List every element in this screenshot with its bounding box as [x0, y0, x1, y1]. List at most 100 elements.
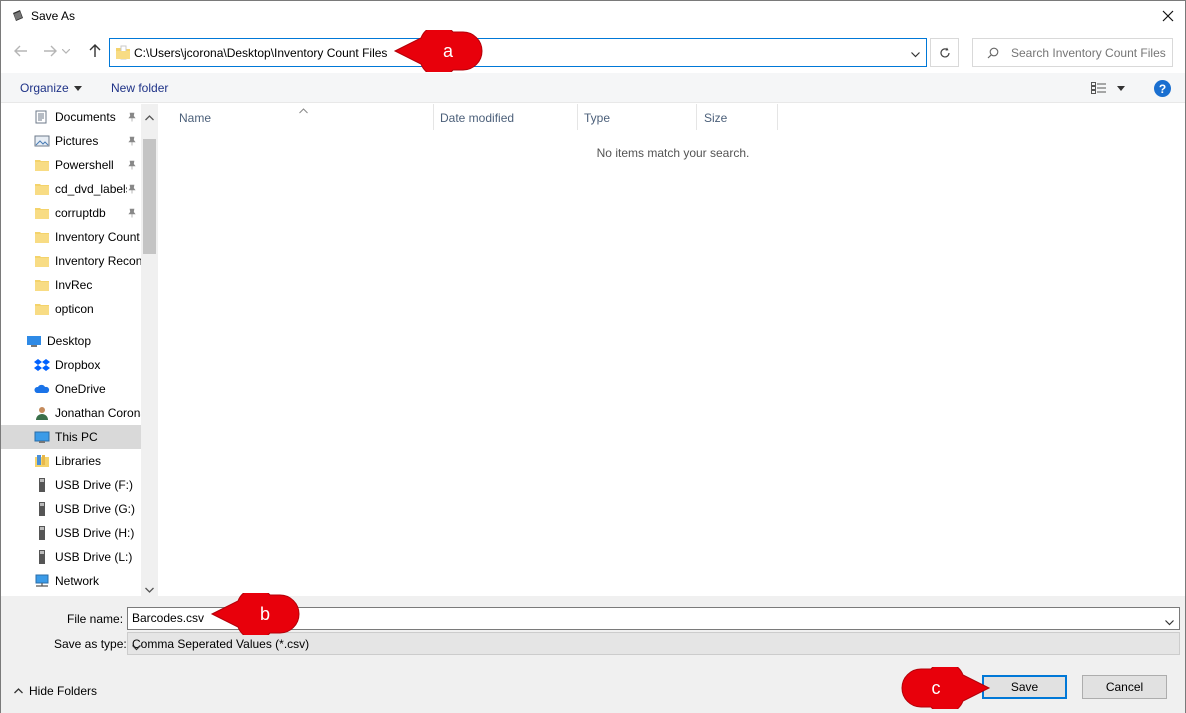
sidebar-item-label: opticon [55, 302, 94, 316]
onedrive-icon [34, 382, 50, 396]
column-header-name[interactable]: Name [159, 104, 434, 130]
address-bar[interactable]: C:\Users\jcorona\Desktop\Inventory Count… [109, 38, 927, 67]
chevron-down-icon[interactable] [911, 47, 920, 61]
usb-drive-icon [34, 478, 50, 492]
help-button[interactable]: ? [1154, 80, 1171, 97]
app-icon [11, 9, 25, 26]
view-options-icon[interactable] [1091, 82, 1107, 97]
organize-label: Organize [20, 81, 69, 95]
save-form: File name: Save as type: Comma Seperated… [1, 596, 1185, 713]
sidebar-item-corruptdb[interactable]: corruptdb [1, 201, 141, 225]
back-button[interactable] [11, 41, 31, 61]
sidebar-item-network[interactable]: Network [1, 569, 141, 593]
sidebar-item-pictures[interactable]: Pictures [1, 129, 141, 153]
sidebar-item-usb-drive-h[interactable]: USB Drive (H:) [1, 521, 141, 545]
sidebar-item-label: USB Drive (L:) [55, 550, 133, 564]
chevron-down-icon[interactable] [1165, 615, 1174, 629]
libraries-icon [34, 454, 50, 468]
hide-folders-button[interactable]: Hide Folders [14, 683, 97, 698]
sidebar-item-inventory-count[interactable]: Inventory Count [1, 225, 141, 249]
sidebar-item-label: Libraries [55, 454, 102, 468]
refresh-button[interactable] [930, 38, 959, 67]
address-row: C:\Users\jcorona\Desktop\Inventory Count… [1, 35, 1185, 69]
callout-a-label: a [443, 41, 454, 61]
sidebar-item-this-pc[interactable]: This PC [1, 425, 141, 449]
search-input[interactable] [1011, 44, 1169, 62]
back-arrow-icon [14, 45, 27, 57]
sidebar-item-dropbox[interactable]: Dropbox [1, 353, 141, 377]
sidebar-item-inventory-recon[interactable]: Inventory Recon [1, 249, 141, 273]
file-list[interactable]: Name Date modified Type Size No items ma… [159, 104, 1185, 596]
pin-icon [127, 183, 137, 197]
sidebar-item-onedrive[interactable]: OneDrive [1, 377, 141, 401]
sidebar-item-powershell[interactable]: Powershell [1, 153, 141, 177]
chevron-down-icon [132, 640, 1174, 654]
view-dropdown-icon[interactable] [1117, 86, 1125, 91]
usb-drive-icon [34, 550, 50, 564]
column-header-date-modified[interactable]: Date modified [434, 104, 578, 130]
save-button[interactable]: Save [982, 675, 1067, 699]
sidebar-item-label: OneDrive [55, 382, 106, 396]
organize-menu[interactable]: Organize [20, 81, 82, 95]
recent-locations-button[interactable] [60, 41, 72, 61]
sidebar-item-usb-drive-f[interactable]: USB Drive (F:) [1, 473, 141, 497]
pictures-icon [34, 134, 50, 148]
save-as-dialog: Save As C:\Users\jcorona\Desktop\Invento… [0, 0, 1186, 713]
sidebar-item-label: USB Drive (F:) [55, 478, 133, 492]
folder-icon [34, 158, 50, 172]
address-path: C:\Users\jcorona\Desktop\Inventory Count… [134, 46, 388, 60]
command-bar: Organize New folder ? [1, 73, 1185, 103]
sidebar-item-label: InvRec [55, 278, 93, 292]
sidebar-item-usb-drive-g[interactable]: USB Drive (G:) [1, 497, 141, 521]
sidebar-item-label: corruptdb [55, 206, 106, 220]
folder-icon [34, 182, 50, 196]
sidebar-item-libraries[interactable]: Libraries [1, 449, 141, 473]
usb-drive-icon [34, 502, 50, 516]
usb-drive-icon [34, 526, 50, 540]
close-icon [1162, 10, 1174, 22]
close-button[interactable] [1151, 1, 1185, 31]
sidebar-item-label: cd_dvd_labels [55, 182, 127, 196]
up-button[interactable] [85, 41, 105, 61]
caret-down-icon [73, 86, 82, 92]
sidebar-item-invrec[interactable]: InvRec [1, 273, 141, 297]
folder-icon [34, 302, 50, 316]
refresh-icon [939, 47, 950, 57]
nav-scrollbar[interactable] [141, 104, 158, 596]
column-header-size[interactable]: Size [697, 104, 778, 130]
sidebar-item-jonathan-corona[interactable]: Jonathan Corona [1, 401, 141, 425]
scroll-down-icon[interactable] [145, 582, 154, 596]
folder-icon [34, 278, 50, 292]
documents-icon [34, 110, 50, 124]
callout-b-label: b [260, 604, 270, 624]
cancel-button[interactable]: Cancel [1082, 675, 1167, 699]
desktop-icon [26, 334, 42, 348]
column-header-type[interactable]: Type [578, 104, 697, 130]
new-folder-button[interactable]: New folder [111, 81, 168, 95]
sidebar-item-label: Inventory Count [55, 230, 140, 244]
scroll-thumb[interactable] [143, 139, 156, 254]
sidebar-item-label: This PC [55, 430, 98, 444]
search-box[interactable] [972, 38, 1173, 67]
search-icon [987, 47, 999, 62]
sidebar-item-label: Desktop [47, 334, 92, 348]
column-label: Type [584, 111, 611, 125]
scroll-up-icon[interactable] [145, 110, 154, 124]
save-type-select[interactable]: Comma Seperated Values (*.csv) [127, 632, 1180, 655]
sidebar-item-usb-drive-l[interactable]: USB Drive (L:) [1, 545, 141, 569]
sidebar-item-cd-dvd-labels[interactable]: cd_dvd_labels [1, 177, 141, 201]
sidebar-item-documents[interactable]: Documents [1, 105, 141, 129]
callout-a: a [393, 30, 483, 72]
sidebar-item-opticon[interactable]: opticon [1, 297, 141, 321]
hide-folders-label: Hide Folders [29, 684, 98, 698]
dropbox-icon [34, 358, 50, 372]
callout-c: c [901, 667, 991, 709]
pin-icon [127, 159, 137, 173]
sidebar-item-desktop[interactable]: Desktop [1, 329, 141, 353]
forward-button[interactable] [40, 41, 60, 61]
save-type-label: Save as type: [54, 637, 127, 651]
callout-b: b [210, 593, 300, 635]
folder-icon [115, 45, 131, 64]
forward-arrow-icon [44, 45, 57, 57]
sidebar-item-label: Jonathan Corona [55, 406, 141, 420]
